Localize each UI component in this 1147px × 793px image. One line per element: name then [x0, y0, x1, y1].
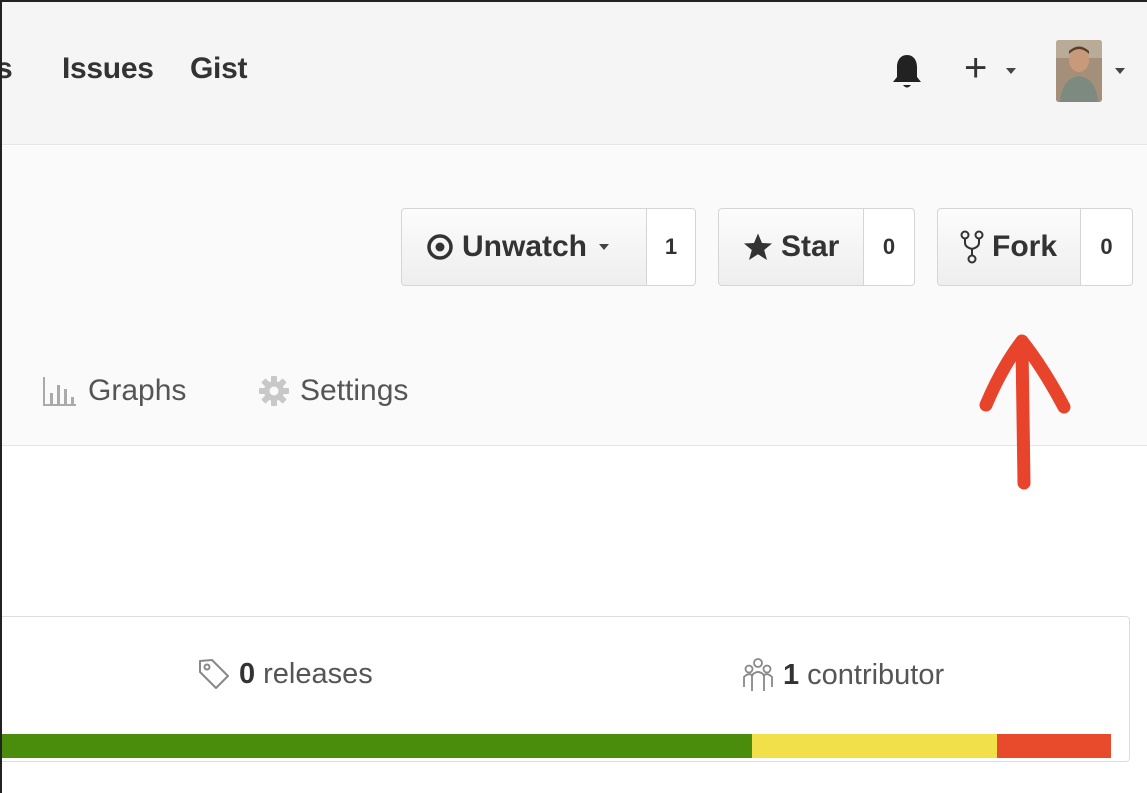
forks-count[interactable]: 0: [1080, 208, 1133, 286]
gear-icon: [259, 376, 289, 406]
fork-button-content: Fork: [960, 230, 1057, 264]
bell-icon[interactable]: [890, 52, 924, 92]
eye-icon: [427, 234, 453, 260]
repo-summary: 0 releases 1 contributor: [2, 616, 1130, 762]
contributors-link[interactable]: 1 contributor: [741, 657, 944, 693]
tab-graphs-label: Graphs: [88, 374, 187, 407]
watchers-count[interactable]: 1: [646, 208, 696, 286]
fork-button[interactable]: Fork 0: [937, 208, 1133, 286]
chevron-down-icon: [599, 244, 610, 250]
top-header: s Issues Gist +: [2, 2, 1147, 145]
people-icon: [743, 658, 773, 691]
graph-icon: [43, 377, 76, 406]
contributors-label: contributor: [807, 658, 945, 691]
tag-icon: [199, 659, 229, 689]
fork-label: Fork: [992, 230, 1058, 263]
releases-link[interactable]: 0 releases: [197, 657, 373, 691]
annotation-arrow-icon: [979, 334, 1071, 490]
star-icon: [744, 233, 772, 260]
fork-icon: [960, 230, 984, 264]
tab-graphs[interactable]: Graphs: [42, 374, 186, 408]
unwatch-button-content: Unwatch: [426, 230, 610, 264]
nav-link-issues[interactable]: Issues: [62, 52, 154, 86]
star-label: Star: [781, 230, 840, 263]
tab-settings-label: Settings: [300, 374, 409, 407]
screenshot-frame: s Issues Gist + Unwatch: [0, 0, 1147, 793]
tab-settings[interactable]: Settings: [258, 374, 408, 408]
avatar-person-icon: [1056, 40, 1102, 102]
plus-dropdown-caret-icon[interactable]: [1006, 68, 1016, 74]
nav-link-gist[interactable]: Gist: [190, 52, 247, 86]
unwatch-label: Unwatch: [462, 230, 588, 263]
releases-label: releases: [263, 657, 373, 690]
releases-count: 0: [239, 657, 256, 690]
star-button[interactable]: Star 0: [718, 208, 915, 286]
unwatch-button[interactable]: Unwatch 1: [401, 208, 696, 286]
user-avatar[interactable]: [1056, 40, 1102, 102]
stars-count[interactable]: 0: [863, 208, 915, 286]
language-bar[interactable]: [2, 734, 1129, 758]
contributors-count: 1: [783, 658, 800, 691]
avatar-dropdown-caret-icon[interactable]: [1115, 68, 1125, 74]
nav-link-partial[interactable]: s: [2, 52, 13, 86]
language-bar-segment[interactable]: [2, 734, 752, 758]
star-button-content: Star: [743, 230, 839, 264]
language-bar-segment[interactable]: [997, 734, 1111, 758]
language-bar-segment[interactable]: [751, 734, 998, 758]
plus-icon[interactable]: +: [964, 48, 987, 88]
